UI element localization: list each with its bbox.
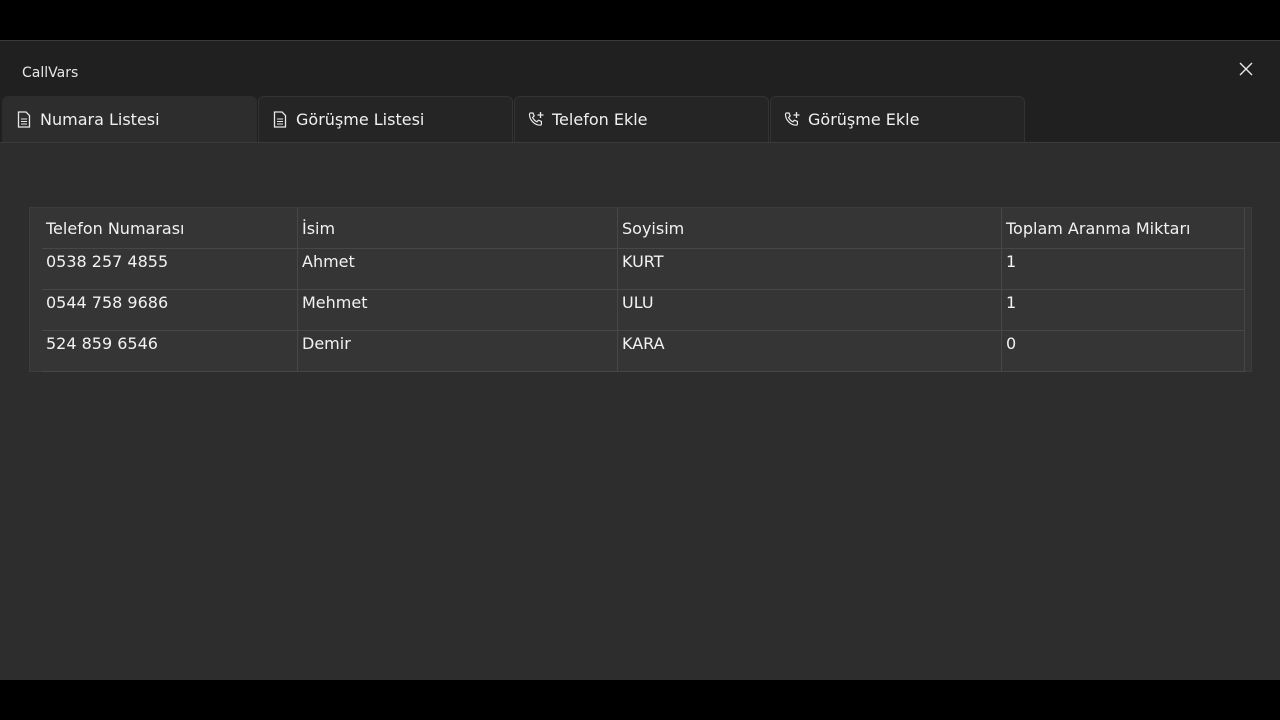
cell-name: Demir [298,331,618,371]
close-icon [1239,62,1253,76]
cell-name: Ahmet [298,249,618,289]
tab-numara-listesi[interactable]: Numara Listesi [2,96,257,142]
column-header-name[interactable]: İsim [298,208,618,248]
document-icon [271,111,289,129]
title-bar: CallVars [0,41,1280,96]
app-title: CallVars [22,65,79,81]
cell-call-count: 1 [1002,290,1245,330]
tab-label: Numara Listesi [40,110,160,129]
cell-surname: ULU [618,290,1002,330]
tab-gorusme-listesi[interactable]: Görüşme Listesi [258,96,513,142]
phone-add-icon [527,111,545,129]
phone-number-table: Telefon Numarası İsim Soyisim Toplam Ara… [29,207,1252,372]
cell-phone: 524 859 6546 [42,331,298,371]
close-button[interactable] [1226,49,1266,89]
table-header-row: Telefon Numarası İsim Soyisim Toplam Ara… [42,208,1245,249]
cell-call-count: 1 [1002,249,1245,289]
phone-add-icon [783,111,801,129]
column-header-phone[interactable]: Telefon Numarası [42,208,298,248]
tab-telefon-ekle[interactable]: Telefon Ekle [514,96,769,142]
tab-label: Görüşme Ekle [808,110,920,129]
column-header-call-count[interactable]: Toplam Aranma Miktarı [1002,208,1245,248]
table-row[interactable]: 524 859 6546 Demir KARA 0 [42,331,1245,372]
document-icon [15,111,33,129]
table-row[interactable]: 0544 758 9686 Mehmet ULU 1 [42,290,1245,331]
table-row[interactable]: 0538 257 4855 Ahmet KURT 1 [42,249,1245,290]
app-window: CallVars Numara Listesi Görüşme Listesi … [0,40,1280,680]
cell-phone: 0538 257 4855 [42,249,298,289]
tab-gorusme-ekle[interactable]: Görüşme Ekle [770,96,1025,142]
cell-surname: KURT [618,249,1002,289]
cell-call-count: 0 [1002,331,1245,371]
column-header-surname[interactable]: Soyisim [618,208,1002,248]
tab-label: Telefon Ekle [552,110,648,129]
tab-strip: Numara Listesi Görüşme Listesi Telefon E… [0,96,1280,143]
cell-surname: KARA [618,331,1002,371]
cell-phone: 0544 758 9686 [42,290,298,330]
tab-label: Görüşme Listesi [296,110,425,129]
cell-name: Mehmet [298,290,618,330]
